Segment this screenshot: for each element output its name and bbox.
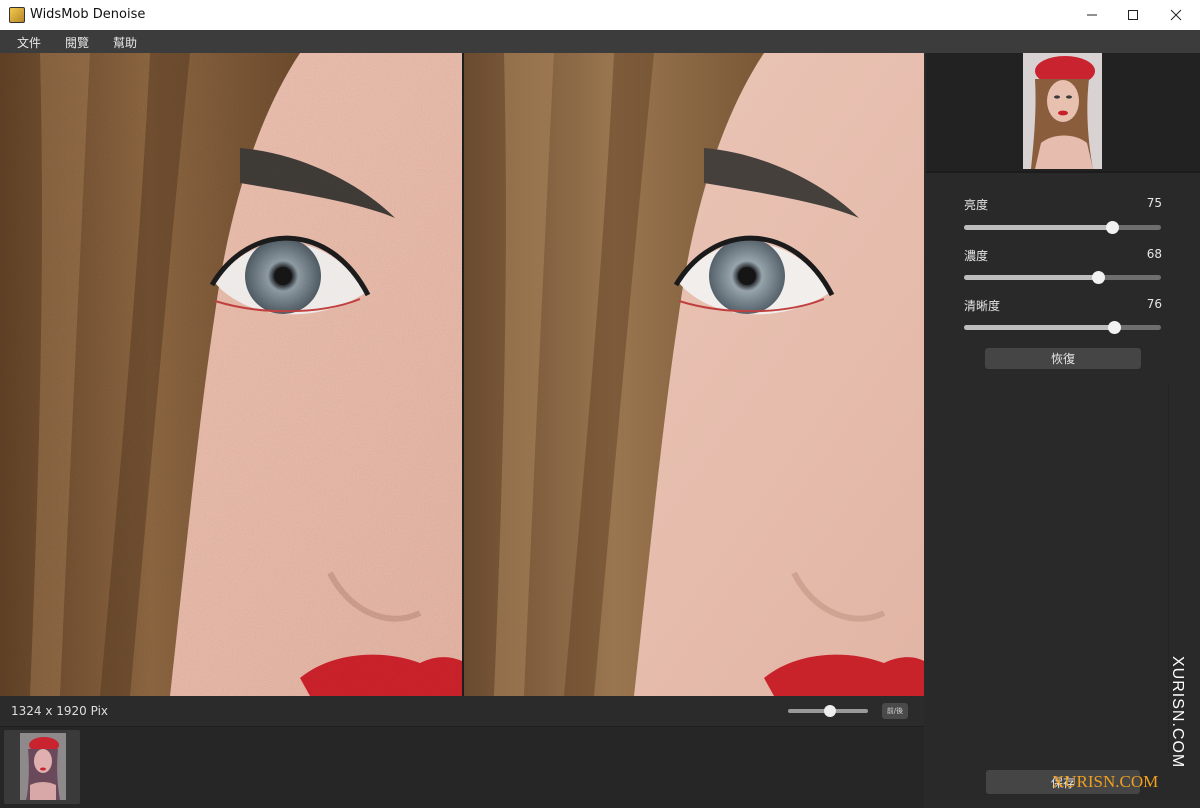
panel-separator (926, 171, 1200, 173)
close-icon (1170, 9, 1182, 21)
density-slider[interactable] (964, 271, 1161, 284)
status-bar: 1324 x 1920 Pix (0, 696, 924, 727)
adjustment-frame (958, 383, 1169, 753)
maximize-icon (1128, 10, 1138, 20)
minimize-icon (1087, 14, 1097, 16)
watermark-vertical: XURISN.COM (1169, 656, 1186, 769)
density-label: 濃度 (964, 249, 989, 263)
zoom-slider[interactable] (788, 705, 868, 717)
image-dimensions: 1324 x 1920 Pix (11, 704, 109, 718)
menu-view[interactable]: 閱覽 (65, 34, 89, 51)
brightness-slider-fill (964, 225, 1112, 230)
menu-bar: 文件 閱覽 幫助 (0, 30, 1200, 53)
brightness-slider-thumb[interactable] (1105, 221, 1119, 234)
zoom-slider-thumb[interactable] (824, 705, 837, 717)
thumbnail-photo (20, 733, 66, 800)
density-slider-thumb[interactable] (1091, 271, 1105, 284)
clarity-slider-thumb[interactable] (1107, 321, 1121, 334)
app-logo-icon (9, 7, 25, 23)
menu-help[interactable]: 幫助 (113, 34, 137, 51)
clarity-slider-fill (964, 325, 1114, 330)
title-bar: WidsMob Denoise (0, 0, 1200, 31)
clarity-label: 清晰度 (964, 299, 1001, 313)
watermark-overlay: XURISN.COM (1052, 772, 1159, 791)
close-button[interactable] (1153, 0, 1199, 30)
clarity-slider[interactable] (964, 321, 1161, 334)
original-photo (0, 53, 462, 696)
reset-button[interactable]: 恢復 (985, 348, 1141, 369)
original-image-pane[interactable] (0, 53, 462, 696)
menu-file[interactable]: 文件 (17, 34, 41, 51)
density-slider-fill (964, 275, 1098, 280)
adjustment-panel: 亮度 75 濃度 68 清晰度 76 恢復 保存 (926, 53, 1200, 808)
preview-photo (1023, 53, 1102, 169)
preview-area (926, 53, 1200, 171)
window-title: WidsMob Denoise (30, 7, 146, 22)
brightness-value: 75 (1146, 196, 1162, 210)
thumbnail-strip (0, 727, 924, 808)
maximize-button[interactable] (1110, 0, 1156, 30)
image-thumbnail[interactable] (4, 730, 80, 804)
brightness-label: 亮度 (964, 198, 989, 212)
brightness-slider[interactable] (964, 221, 1161, 234)
denoised-image-pane[interactable] (464, 53, 924, 696)
density-value: 68 (1146, 247, 1162, 261)
clarity-value: 76 (1146, 297, 1162, 311)
before-after-toggle-button[interactable]: 前/後 (882, 703, 908, 719)
denoised-photo (464, 53, 924, 696)
minimize-button[interactable] (1069, 0, 1115, 30)
